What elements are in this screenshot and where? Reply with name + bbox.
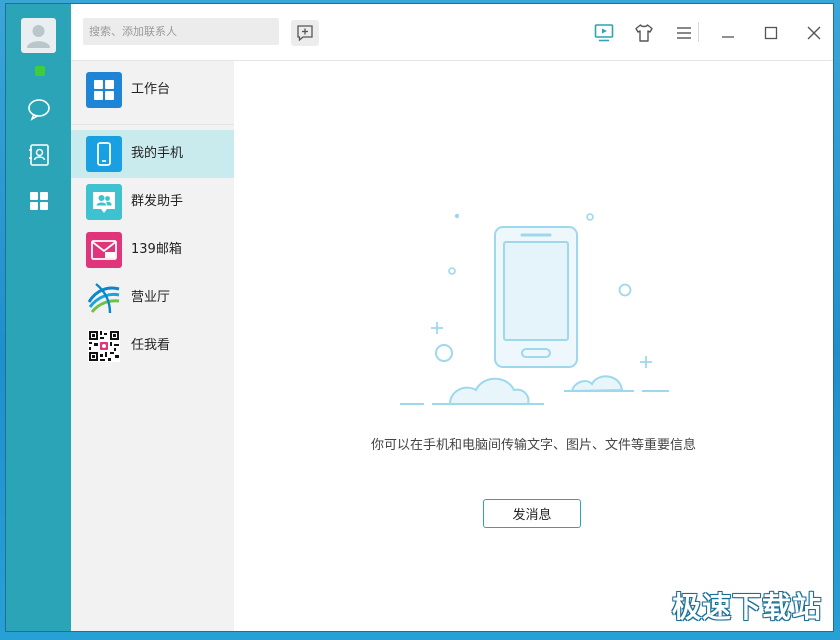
search-input[interactable] — [83, 18, 279, 45]
toolbar-divider — [698, 22, 699, 42]
contacts-icon[interactable] — [26, 142, 52, 168]
main-panel: 你可以在手机和电脑间传输文字、图片、文件等重要信息 发消息 — [234, 61, 833, 631]
list-item-label: 我的手机 — [131, 146, 184, 161]
list-item-service-hall[interactable]: 营业厅 — [71, 274, 234, 322]
list-item-renwokan[interactable]: 任我看 — [71, 322, 234, 370]
skin-shirt-icon[interactable] — [633, 22, 655, 44]
phone-illustration — [394, 204, 674, 413]
list-item-group-send[interactable]: 群发助手 — [71, 178, 234, 226]
transfer-hint-text: 你可以在手机和电脑间传输文字、图片、文件等重要信息 — [370, 438, 696, 453]
watermark-text: 极速下载站 — [671, 590, 822, 624]
qr-code-icon — [86, 328, 122, 364]
top-bar — [71, 4, 833, 61]
list-item-label: 任我看 — [131, 338, 171, 353]
add-chat-button[interactable] — [291, 20, 319, 46]
minimize-icon[interactable] — [717, 22, 739, 44]
function-list: 工作台 我的手机 群发助手 139邮箱 营业厅 任我看 — [71, 61, 235, 631]
chat-icon[interactable] — [26, 96, 52, 122]
maximize-icon[interactable] — [760, 22, 782, 44]
list-divider — [71, 124, 234, 125]
online-status-icon — [35, 66, 45, 76]
phone-icon — [86, 136, 122, 172]
send-message-button[interactable]: 发消息 — [483, 499, 581, 528]
app-window: 工作台 我的手机 群发助手 — [6, 4, 833, 631]
mail-139-icon — [86, 232, 122, 268]
avatar[interactable] — [21, 18, 56, 53]
list-item-label: 139邮箱 — [131, 242, 182, 257]
workbench-icon — [86, 72, 122, 108]
apps-icon[interactable] — [26, 188, 52, 214]
list-item-label: 营业厅 — [131, 290, 171, 305]
list-item-mail-139[interactable]: 139邮箱 — [71, 226, 234, 274]
list-item-label: 工作台 — [131, 82, 171, 97]
list-item-my-phone[interactable]: 我的手机 — [71, 130, 234, 178]
nav-rail — [6, 4, 71, 631]
list-item-label: 群发助手 — [131, 194, 184, 209]
screen-play-icon[interactable] — [593, 22, 615, 44]
menu-icon[interactable] — [673, 22, 695, 44]
china-mobile-logo — [86, 280, 122, 316]
close-icon[interactable] — [803, 22, 825, 44]
list-item-workbench[interactable]: 工作台 — [71, 66, 234, 114]
group-send-icon — [86, 184, 122, 220]
